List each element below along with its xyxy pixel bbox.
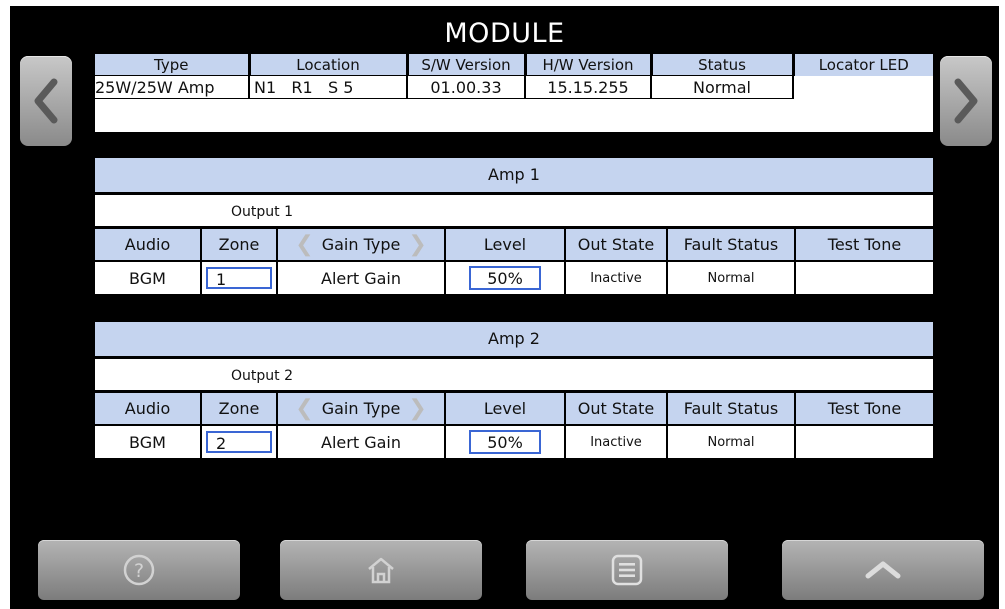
module-screen: MODULE Type Location S/W Version H/W Ver…: [10, 6, 999, 609]
table-row: BGM 2 Alert Gain 50% Inactive Normal: [95, 424, 933, 458]
col-test-tone: Test Tone: [795, 390, 933, 425]
amp-2-panel: Amp 2 Output 2 Audio Zone ❮ Gain Type ❯ …: [95, 322, 933, 458]
gain-type-label: Gain Type: [321, 399, 401, 418]
amp-1-panel: Amp 1 Output 1 Audio Zone ❮ Gain Type ❯ …: [95, 158, 933, 294]
col-gain-type: ❮ Gain Type ❯: [277, 390, 446, 425]
table-row: BGM 1 Alert Gain 50% Inactive Normal: [95, 260, 933, 294]
location-node: N1: [254, 77, 277, 97]
level-input[interactable]: 50%: [469, 430, 541, 454]
svg-text:?: ?: [134, 560, 144, 582]
out-state-value: Inactive: [565, 260, 668, 294]
fault-status-value: Normal: [667, 424, 796, 458]
col-gain-type: ❮ Gain Type ❯: [277, 226, 446, 261]
col-level: Level: [445, 226, 566, 261]
help-button[interactable]: ?: [38, 540, 240, 600]
page-title: MODULE: [444, 18, 565, 49]
col-out-state: Out State: [565, 226, 668, 261]
audio-value: BGM: [95, 260, 202, 294]
gain-type-label: Gain Type: [321, 235, 401, 254]
zone-cell: 2: [201, 424, 278, 458]
fault-status-value: Normal: [667, 260, 796, 294]
module-blank-row: [95, 98, 793, 132]
location-slot: S 5: [327, 77, 354, 97]
home-button[interactable]: [280, 540, 482, 600]
home-icon: [368, 557, 394, 584]
gain-type-value: Alert Gain: [277, 260, 446, 294]
level-cell: 50%: [445, 260, 566, 294]
zone-input[interactable]: 2: [206, 431, 272, 453]
zone-cell: 1: [201, 260, 278, 294]
module-hw-version: 15.15.255: [525, 75, 652, 99]
col-zone: Zone: [201, 226, 278, 261]
amp-title: Amp 2: [95, 322, 933, 356]
col-zone: Zone: [201, 390, 278, 425]
audio-value: BGM: [95, 424, 202, 458]
col-status: Status: [651, 54, 795, 76]
level-cell: 50%: [445, 424, 566, 458]
out-state-value: Inactive: [565, 424, 668, 458]
amp-2-table: Audio Zone ❮ Gain Type ❯ Level Out State…: [95, 390, 933, 458]
locator-led-cell[interactable]: [793, 75, 933, 132]
module-row: 25W/25W Amp N1 R1 S 5 01.00.33 15.15.255…: [95, 75, 933, 132]
test-tone-cell[interactable]: [795, 424, 933, 458]
gain-type-next-button[interactable]: ❯: [408, 397, 426, 419]
next-module-button[interactable]: [940, 56, 992, 146]
module-status: Normal: [651, 75, 794, 99]
gain-type-value: Alert Gain: [277, 424, 446, 458]
col-audio: Audio: [95, 226, 202, 261]
col-out-state: Out State: [565, 390, 668, 425]
col-fault-status: Fault Status: [667, 390, 796, 425]
module-location: N1 R1 S 5: [249, 75, 408, 99]
output-label: Output 2: [95, 356, 933, 390]
chevron-left-icon: [34, 78, 58, 124]
level-input[interactable]: 50%: [469, 266, 541, 290]
output-label: Output 1: [95, 192, 933, 226]
menu-icon: [611, 554, 643, 586]
module-type: 25W/25W Amp: [95, 75, 250, 99]
amp-1-table: Audio Zone ❮ Gain Type ❯ Level Out State…: [95, 226, 933, 294]
menu-button[interactable]: [526, 540, 728, 600]
module-info-table: Type Location S/W Version H/W Version St…: [95, 54, 933, 132]
location-rack: R1: [291, 77, 313, 97]
scroll-up-button[interactable]: [782, 540, 984, 600]
gain-type-prev-button[interactable]: ❮: [295, 233, 313, 255]
prev-module-button[interactable]: [20, 56, 72, 146]
col-hw-version: H/W Version: [525, 54, 653, 76]
gain-type-next-button[interactable]: ❯: [408, 233, 426, 255]
test-tone-cell[interactable]: [795, 260, 933, 294]
amp-title: Amp 1: [95, 158, 933, 192]
col-test-tone: Test Tone: [795, 226, 933, 261]
col-audio: Audio: [95, 390, 202, 425]
chevron-up-icon: [865, 561, 901, 579]
gain-type-prev-button[interactable]: ❮: [295, 397, 313, 419]
col-type: Type: [95, 54, 251, 76]
zone-input[interactable]: 1: [206, 267, 272, 289]
col-level: Level: [445, 390, 566, 425]
col-location: Location: [249, 54, 409, 76]
col-locator-led: Locator LED: [793, 54, 933, 76]
col-sw-version: S/W Version: [407, 54, 527, 76]
module-sw-version: 01.00.33: [407, 75, 526, 99]
help-icon: ?: [123, 554, 155, 586]
chevron-right-icon: [954, 78, 978, 124]
col-fault-status: Fault Status: [667, 226, 796, 261]
